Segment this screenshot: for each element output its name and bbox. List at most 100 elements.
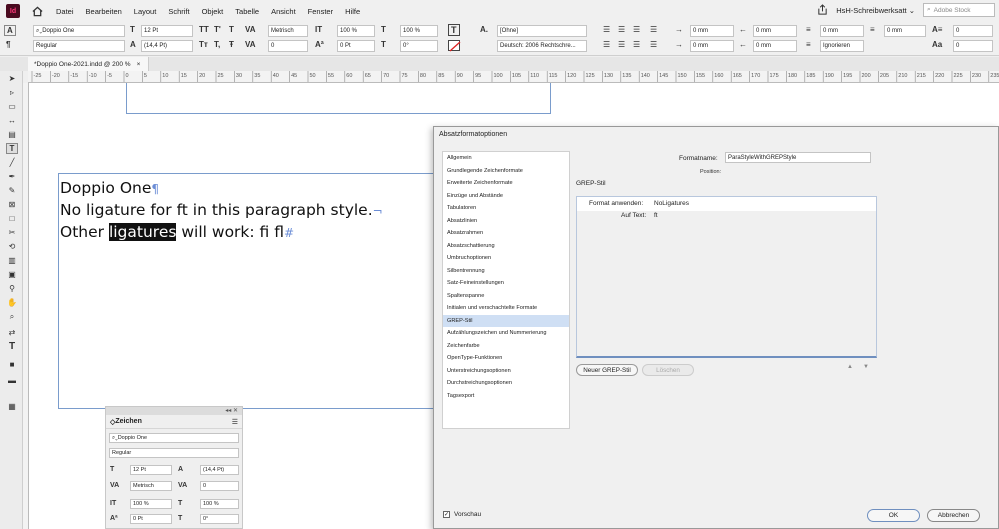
content-collector-icon[interactable]: ▤ [6,129,18,140]
close-tab-icon[interactable]: × [137,61,141,68]
menu-ansicht[interactable]: Ansicht [271,7,296,16]
pencil-tool-icon[interactable]: ✎ [6,185,18,196]
apply-style-value[interactable]: NoLigatures [654,200,689,207]
panel-font-size-field[interactable]: 12 Pt [130,465,172,475]
baseline-grid-select[interactable]: Ignorieren [820,40,864,52]
justify-all-icon[interactable]: ☰ [633,40,640,49]
category-item[interactable]: Tabulatoren [443,202,569,215]
font-style-select[interactable]: Regular [33,40,125,52]
page-tool-icon[interactable]: ▭ [6,101,18,112]
character-style-select[interactable]: [Ohne] [497,25,587,37]
horizontal-ruler[interactable]: -25 -20 -15 -10 -5 0 5 10 15 20 25 30 35 40 45 50 55 60 65… [28,71,999,83]
space-before-field[interactable]: 0 mm [820,25,864,37]
ok-button[interactable]: OK [867,509,920,522]
justify-left-icon[interactable]: ☰ [603,40,610,49]
gradient-tool-icon[interactable]: ▥ [6,255,18,266]
panel-font-family-select[interactable]: ⌕⌄ Doppio One [109,433,239,443]
panel-skew-field[interactable]: 0° [200,514,239,524]
panel-hscale-field[interactable]: 100 % [200,499,239,509]
category-item[interactable]: Absatzrahmen [443,227,569,240]
category-item[interactable]: Spaltenspanne [443,290,569,303]
strikethrough-icon[interactable]: Ŧ [229,40,234,49]
free-transform-tool-icon[interactable]: ⟲ [6,241,18,252]
line-tool-icon[interactable]: ╱ [6,157,18,168]
note-tool-icon[interactable]: ▣ [6,269,18,280]
preview-checkbox[interactable]: ✓ [443,511,450,518]
home-icon[interactable] [30,4,44,18]
category-item[interactable]: Tagsexport [443,390,569,403]
category-item[interactable]: GREP-Stil [443,314,569,327]
swap-colors-icon[interactable]: ⇄ [6,327,18,338]
share-icon[interactable] [817,3,828,17]
category-item[interactable]: Einzüge und Abstände [443,190,569,203]
move-up-icon[interactable]: ▲ [847,364,853,370]
eyedropper-tool-icon[interactable]: ⚲ [6,283,18,294]
menu-objekt[interactable]: Objekt [202,7,224,16]
category-item[interactable]: Silbentrennung [443,265,569,278]
zoom-tool-icon[interactable]: ⌕ [6,311,18,322]
baseline-shift-field[interactable]: 0 Pt [337,40,375,52]
grep-style-list[interactable]: Format anwenden: NoLigatures Auf Text: f… [576,196,877,358]
panel-tracking-field[interactable]: 0 [200,481,239,491]
indent-first-field[interactable]: 0 mm [690,40,734,52]
font-family-select[interactable]: ⌕⌄ Doppio One [33,25,125,37]
rectangle-frame-tool-icon[interactable]: ⊠ [6,199,18,210]
drop-cap-chars-field[interactable]: 0 [953,40,993,52]
panel-menu-icon[interactable]: ☰ [232,418,238,426]
superscript-icon[interactable]: T' [214,25,221,34]
hand-tool-icon[interactable]: ✋ [6,297,18,308]
category-item[interactable]: Umbruchoptionen [443,252,569,265]
align-left-icon[interactable]: ☰ [603,25,610,34]
space-after-field[interactable]: 0 mm [884,25,926,37]
document-tab[interactable]: *Doppio One-2021.indd @ 200 % × [28,57,150,71]
format-name-input[interactable]: ParaStyleWithGREPStyle [725,152,871,163]
align-center-icon[interactable]: ☰ [618,25,625,34]
menu-datei[interactable]: Datei [56,7,74,16]
category-item[interactable]: Initialen und verschachtelte Formate [443,302,569,315]
normal-view-icon[interactable]: ▬ [6,375,18,386]
direct-selection-tool-icon[interactable]: ▹ [6,87,18,98]
category-item[interactable]: Absatzlinien [443,215,569,228]
panel-baseline-field[interactable]: 0 Pt [130,514,172,524]
tracking-field[interactable]: 0 [268,40,308,52]
align-away-icon[interactable]: ☰ [650,40,657,49]
category-item[interactable]: Erweiterte Zeichenformate [443,177,569,190]
story-text[interactable]: Doppio One¶ No ligature for ft in this p… [60,178,383,244]
selected-text[interactable]: ligatures [108,223,177,241]
delete-grep-style-button[interactable]: Löschen [642,364,694,376]
category-item[interactable]: OpenType-Funktionen [443,352,569,365]
category-item[interactable]: Grundlegende Zeichenformate [443,165,569,178]
menu-fenster[interactable]: Fenster [308,7,333,16]
underline-icon[interactable]: T [229,25,234,34]
panel-header-bar[interactable]: ◂◂ ✕ [106,407,242,415]
vertical-scale-field[interactable]: 100 % [337,25,375,37]
text-frame-top[interactable] [126,83,551,114]
align-spine-icon[interactable]: ☰ [650,25,657,34]
grep-rule[interactable]: Format anwenden: NoLigatures [577,197,876,211]
character-mode-icon[interactable]: A [4,25,16,36]
indent-last-field[interactable]: 0 mm [753,40,797,52]
screen-mode-icon[interactable]: ▦ [6,401,18,412]
cancel-button[interactable]: Abbrechen [927,509,980,522]
category-item[interactable]: Absatzschattierung [443,240,569,253]
paragraph-mode-icon[interactable]: ¶ [6,40,10,49]
collapse-icon[interactable]: ◂◂ ✕ [225,407,238,415]
kerning-select[interactable]: Metrisch [268,25,308,37]
move-down-icon[interactable]: ▼ [863,364,869,370]
stock-search-input[interactable]: ⌕ Adobe Stock [923,3,995,17]
category-item[interactable]: Durchstreichungsoptionen [443,377,569,390]
workspace-switcher[interactable]: HsH-Schreibwerksatt ⌄ [836,6,915,15]
language-select[interactable]: Deutsch: 2006 Rechtschre... [497,40,587,52]
dialog-title[interactable]: Absatzformatoptionen [434,127,998,141]
menu-bearbeiten[interactable]: Bearbeiten [86,7,122,16]
category-item[interactable]: Zeichenfarbe [443,340,569,353]
all-caps-icon[interactable]: TT [199,25,209,34]
indent-right-field[interactable]: 0 mm [753,25,797,37]
panel-leading-field[interactable]: (14,4 Pt) [200,465,239,475]
category-item[interactable]: Unterstreichungsoptionen [443,365,569,378]
selection-tool-icon[interactable]: ➤ [6,73,18,84]
new-grep-style-button[interactable]: Neuer GREP-Stil [576,364,638,376]
rectangle-tool-icon[interactable]: □ [6,213,18,224]
menu-tabelle[interactable]: Tabelle [235,7,259,16]
type-tool-icon[interactable]: T [6,143,18,154]
